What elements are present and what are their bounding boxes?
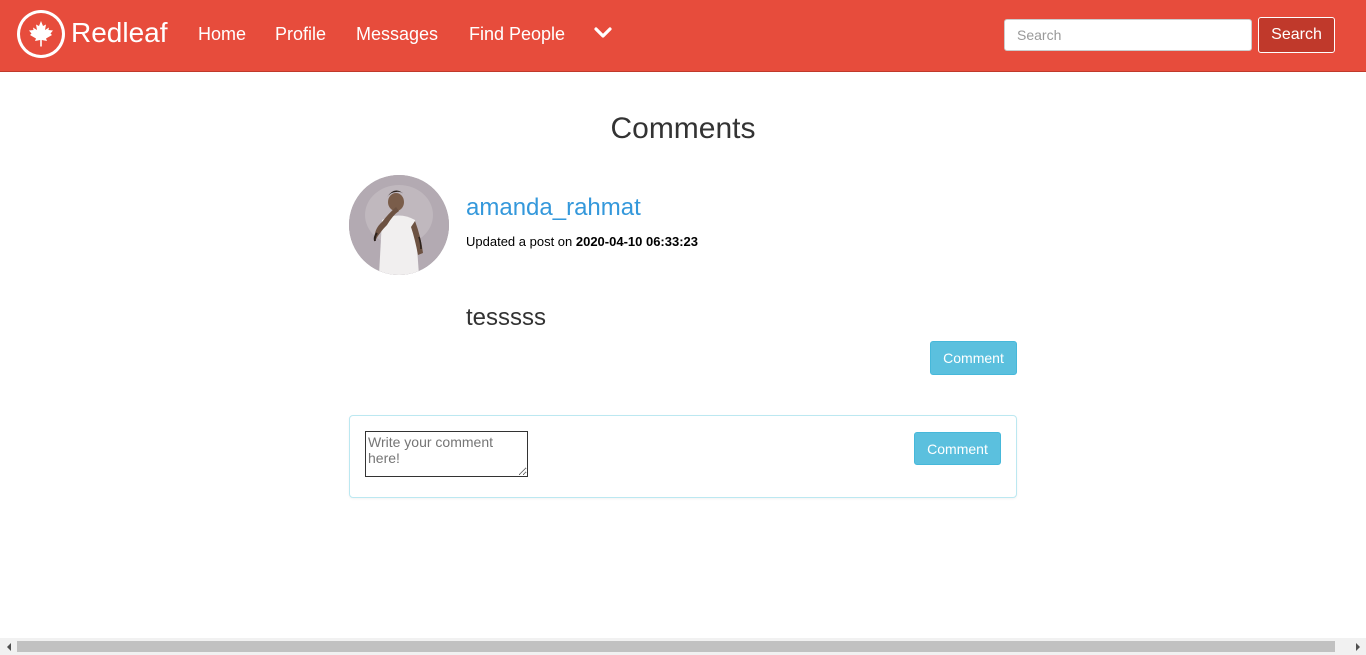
submit-comment-button[interactable]: Comment: [914, 432, 1001, 465]
avatar[interactable]: [349, 175, 449, 275]
post-comment-button[interactable]: Comment: [930, 341, 1017, 375]
search-input[interactable]: [1004, 19, 1252, 51]
nav-home-link[interactable]: Home: [198, 22, 246, 46]
post-meta-prefix: Updated a post on: [466, 234, 576, 249]
person-photo: [349, 175, 449, 275]
maple-leaf-icon: [29, 21, 53, 47]
top-navbar: Redleaf Home Profile Messages Find Peopl…: [0, 0, 1366, 72]
scrollbar-thumb[interactable]: [17, 641, 1335, 652]
chevron-down-icon[interactable]: [594, 26, 612, 40]
horizontal-scrollbar[interactable]: [0, 638, 1366, 655]
caret-left-icon: [6, 642, 11, 651]
comment-textarea[interactable]: [365, 431, 528, 477]
post-author-link[interactable]: amanda_rahmat: [466, 193, 641, 223]
brand-logo[interactable]: [17, 10, 65, 58]
post-timestamp: 2020-04-10 06:33:23: [575, 234, 699, 249]
search-button[interactable]: Search: [1258, 17, 1335, 53]
brand-name[interactable]: Redleaf: [71, 15, 168, 51]
post-content: tesssss: [466, 304, 547, 331]
post-meta: Updated a post on 2020-04-10 06:33:23: [466, 233, 698, 250]
comment-form-panel: Comment: [349, 415, 1017, 498]
nav-messages-link[interactable]: Messages: [356, 22, 438, 46]
nav-find-people-link[interactable]: Find People: [469, 22, 565, 46]
nav-profile-link[interactable]: Profile: [275, 22, 326, 46]
caret-right-icon: [1355, 642, 1360, 651]
page-title: Comments: [610, 112, 756, 145]
scroll-left-arrow[interactable]: [0, 638, 17, 655]
scroll-right-arrow[interactable]: [1349, 638, 1366, 655]
